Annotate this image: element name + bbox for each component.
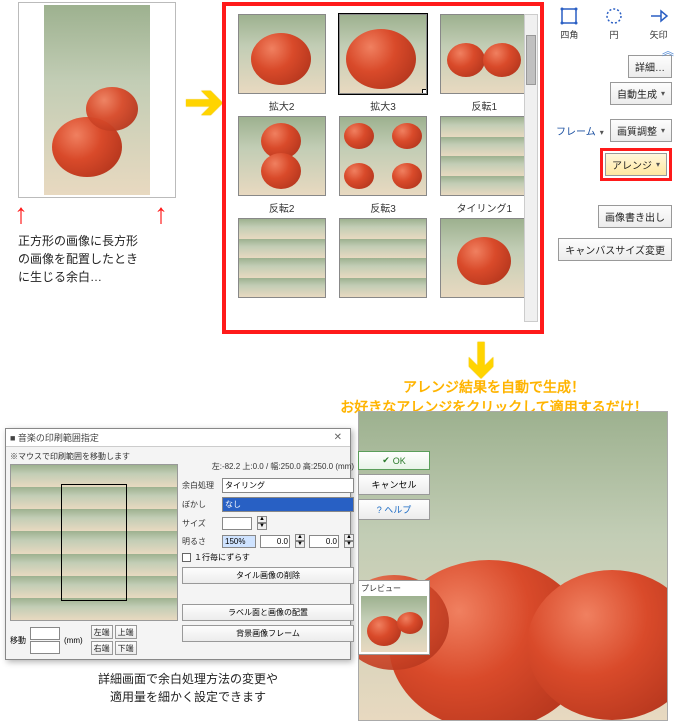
dialog-coordinates: 左:-82.2 上:0.0 / 幅:250.0 高:250.0 (mm) xyxy=(212,461,354,472)
tool-label: 円 xyxy=(610,28,619,41)
unit-label: (mm) xyxy=(64,636,83,645)
blur-select[interactable]: なし xyxy=(222,497,354,512)
field-label: ぼかし xyxy=(182,499,218,510)
thumb-label: 拡大2 xyxy=(269,98,295,112)
thumb-label: 拡大3 xyxy=(370,98,396,112)
source-image xyxy=(44,5,150,195)
tool-label: 矢印 xyxy=(650,28,668,41)
preview-label: プレビュー xyxy=(361,583,427,594)
ok-button[interactable]: ✔OK xyxy=(358,451,430,470)
thumb-label: タイリング1 xyxy=(457,200,513,214)
brightness-y-input[interactable] xyxy=(309,535,339,548)
size-stepper[interactable]: ▲▼ xyxy=(257,516,267,530)
arrange-thumb[interactable]: 拡大2 xyxy=(234,14,329,112)
thumb-label: 反転1 xyxy=(472,98,498,112)
source-image-panel xyxy=(18,2,176,198)
move-label: 移動 xyxy=(10,635,26,646)
arrange-thumb[interactable] xyxy=(437,218,532,316)
help-button[interactable]: ? ヘルプ xyxy=(358,499,430,520)
margin-settings-dialog: ■ 音楽の印刷範囲指定 ✕ ※マウスで印刷範囲を移動します 移動 xyxy=(5,428,351,660)
field-label: サイズ xyxy=(182,518,218,529)
scrollbar-thumb[interactable] xyxy=(526,35,536,85)
dialog-titlebar[interactable]: ■ 音楽の印刷範囲指定 ✕ xyxy=(6,429,350,447)
flow-arrow-right-icon: ➔ xyxy=(184,74,224,130)
dialog-canvas[interactable] xyxy=(10,464,178,621)
dialog-title: ■ 音楽の印刷範囲指定 xyxy=(10,431,99,444)
move-y-input[interactable] xyxy=(30,641,60,654)
field-label: 余白処理 xyxy=(182,480,218,491)
scrollbar-vertical[interactable] xyxy=(524,14,538,322)
square-icon xyxy=(559,6,579,26)
arrange-thumb[interactable]: 拡大3 xyxy=(335,14,430,112)
tool-arrow[interactable]: 矢印 xyxy=(645,6,672,41)
cancel-button[interactable]: キャンセル xyxy=(358,474,430,495)
arrange-thumb[interactable] xyxy=(234,218,329,316)
arrow-icon xyxy=(649,6,669,26)
brightness-x-input[interactable] xyxy=(260,535,290,548)
thumb-label: 反転2 xyxy=(269,200,295,214)
move-left-button[interactable]: 左端 xyxy=(91,625,113,639)
stepper[interactable]: ▲▼ xyxy=(295,534,305,548)
brightness-select[interactable]: 150% xyxy=(222,535,256,548)
export-button[interactable]: 画像書き出し xyxy=(598,205,672,228)
label-layout-button[interactable]: ラベル面と画像の配置 xyxy=(182,604,354,621)
checkbox-label: １行毎にずらす xyxy=(194,552,250,563)
preview-panel: プレビュー xyxy=(358,580,430,655)
canvas-size-button[interactable]: キャンバスサイズ変更 xyxy=(558,238,672,261)
margin-arrow-left-icon: ↑ xyxy=(14,198,28,230)
tile-reset-button[interactable]: タイル画像の削除 xyxy=(182,567,354,584)
bg-frame-button[interactable]: 背景画像フレーム xyxy=(182,625,354,642)
move-bottom-button[interactable]: 下端 xyxy=(115,641,137,655)
move-x-input[interactable] xyxy=(30,627,60,640)
autogen-dropdown[interactable]: 自動生成 xyxy=(610,82,672,105)
arrange-grid: 拡大2 拡大3 反転1 反転2 反転3 xyxy=(234,14,532,316)
tool-circle[interactable]: 円 xyxy=(601,6,628,41)
arrange-thumb[interactable] xyxy=(335,218,430,316)
arrange-thumb[interactable]: 反転2 xyxy=(234,116,329,214)
tool-label: 四角 xyxy=(560,28,578,41)
move-right-button[interactable]: 右端 xyxy=(91,641,113,655)
toolbar-collapse-icon[interactable]: ︽ xyxy=(662,42,674,59)
stepper[interactable]: ▲▼ xyxy=(344,534,354,548)
arrange-thumb[interactable]: タイリング1 xyxy=(437,116,532,214)
arrange-button-highlight: アレンジ xyxy=(600,148,672,181)
preview-image xyxy=(361,596,427,652)
thumb-label: 反転3 xyxy=(370,200,396,214)
arrange-thumb[interactable]: 反転3 xyxy=(335,116,430,214)
flow-arrow-down-icon: ➔ xyxy=(454,340,510,380)
wrap-checkbox[interactable]: １行毎にずらす xyxy=(182,552,354,563)
source-caption: 正方形の画像に長方形 の画像を配置したとき に生じる余白… xyxy=(18,232,138,286)
margin-arrow-right-icon: ↑ xyxy=(154,198,168,230)
quality-dropdown[interactable]: 画質調整 xyxy=(610,119,672,142)
close-icon[interactable]: ✕ xyxy=(330,432,346,443)
arrange-results-panel: 拡大2 拡大3 反転1 反転2 反転3 xyxy=(222,2,544,334)
checkbox-icon xyxy=(182,553,191,562)
margin-select[interactable]: タイリング xyxy=(222,478,354,493)
size-input[interactable] xyxy=(222,517,252,530)
tool-rectangle[interactable]: 四角 xyxy=(556,6,583,41)
field-label: 明るさ xyxy=(182,536,218,547)
arrange-thumb[interactable]: 反転1 xyxy=(437,14,532,112)
move-top-button[interactable]: 上端 xyxy=(115,625,137,639)
right-toolbar: 四角 円 矢印 ︽ 詳細… 自動生成 フレーム 画質調整 アレンジ 画像書き出し… xyxy=(548,0,680,265)
check-icon: ✔ xyxy=(382,455,390,466)
dialog-hint: ※マウスで印刷範囲を移動します xyxy=(10,451,178,462)
help-icon: ? xyxy=(377,505,382,515)
dialog-caption: 詳細画面で余白処理方法の変更や適用量を細かく設定できます xyxy=(58,670,318,706)
frame-dropdown[interactable]: フレーム xyxy=(556,123,604,138)
circle-icon xyxy=(604,6,624,26)
arrange-dropdown[interactable]: アレンジ xyxy=(605,153,667,176)
